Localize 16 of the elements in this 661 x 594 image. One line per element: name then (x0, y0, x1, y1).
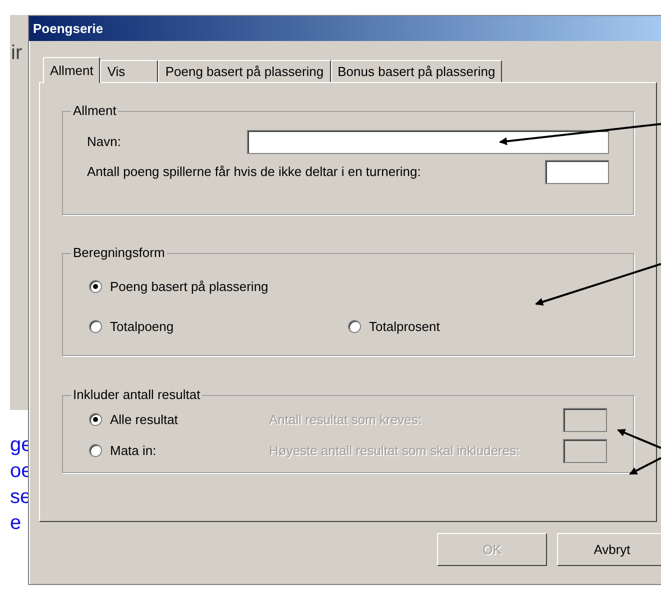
group-title: Beregningsform (71, 245, 167, 261)
document-text: ir (11, 41, 22, 66)
radio-label: Totalprosent (369, 318, 440, 336)
document-text: e (10, 511, 22, 536)
dialog-button[interactable]: Avbryt (557, 533, 661, 566)
radio-label: Totalpoeng (110, 318, 174, 336)
radio-label: Alle resultat (110, 410, 178, 429)
window-title: Poengserie (33, 20, 104, 38)
tab[interactable]: Allment (43, 57, 100, 83)
field-label: Antall poeng spillerne får hvis de ikke deltar i en turnering: (87, 163, 421, 182)
tab[interactable]: Vis (100, 60, 158, 82)
radio-label: Mata in: (110, 442, 156, 460)
radio-label: Poeng basert på plassering (110, 278, 268, 296)
tab[interactable]: Poeng basert på plassering (158, 60, 331, 82)
field-label: Navn: (87, 133, 121, 152)
tab[interactable]: Bonus basert på plassering (330, 60, 502, 82)
